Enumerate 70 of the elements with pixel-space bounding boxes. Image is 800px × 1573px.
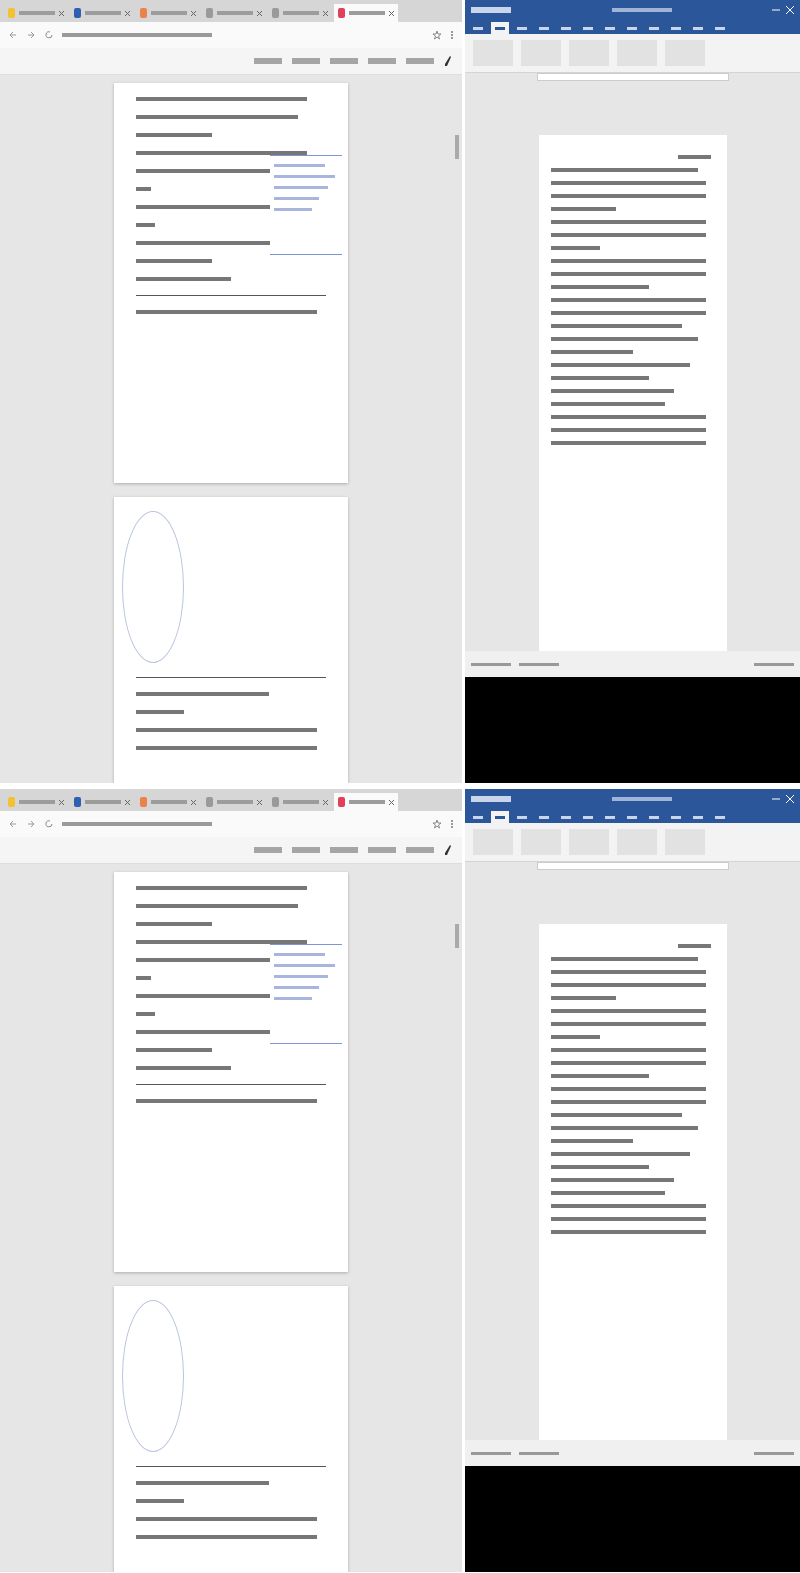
illegible-window-title xyxy=(611,797,672,801)
close-icon[interactable] xyxy=(389,10,394,16)
back-icon[interactable] xyxy=(8,819,18,829)
illegible-toolbar-label xyxy=(254,847,282,853)
illegible-tab-title xyxy=(151,800,187,804)
close-icon[interactable] xyxy=(323,10,328,16)
ribbon-tab[interactable] xyxy=(491,811,509,823)
close-icon[interactable] xyxy=(257,10,262,16)
illegible-toolbar-label xyxy=(406,58,434,64)
illegible-tab-title xyxy=(151,11,187,15)
close-icon[interactable] xyxy=(191,10,196,16)
illegible-tab-title xyxy=(349,11,385,15)
pen-icon[interactable] xyxy=(444,844,452,856)
scrollbar-thumb[interactable] xyxy=(455,135,459,159)
menu-icon[interactable] xyxy=(450,819,454,829)
illegible-text-line xyxy=(274,986,319,989)
star-icon[interactable] xyxy=(432,819,442,829)
illegible-text-line xyxy=(274,175,335,178)
close-icon[interactable] xyxy=(191,799,196,805)
star-icon[interactable] xyxy=(432,30,442,40)
close-icon[interactable] xyxy=(59,799,64,805)
pen-icon[interactable] xyxy=(444,55,452,67)
illegible-text-line xyxy=(274,953,326,956)
illegible-status-text xyxy=(754,1451,794,1455)
illegible-tab-title xyxy=(349,800,385,804)
illegible-tab-title xyxy=(19,800,55,804)
illegible-toolbar-label xyxy=(292,847,320,853)
illegible-status-text xyxy=(519,662,559,666)
minimize-icon[interactable] xyxy=(772,6,780,14)
minimize-icon[interactable] xyxy=(772,795,780,803)
illegible-tab-title xyxy=(217,800,253,804)
illegible-tab-title xyxy=(217,11,253,15)
illegible-text-line xyxy=(274,964,335,967)
illegible-toolbar-label xyxy=(330,58,358,64)
illegible-toolbar-label xyxy=(368,847,396,853)
ribbon-tab[interactable] xyxy=(491,22,509,34)
illegible-status-text xyxy=(519,1451,559,1455)
illegible-tab-title xyxy=(283,11,319,15)
back-icon[interactable] xyxy=(8,30,18,40)
illegible-text-line xyxy=(274,975,329,978)
illegible-text-line xyxy=(274,197,319,200)
close-icon[interactable] xyxy=(59,10,64,16)
illegible-toolbar-label xyxy=(254,58,282,64)
close-icon[interactable] xyxy=(125,799,130,805)
browser-tab[interactable] xyxy=(334,4,398,22)
illegible-window-title xyxy=(611,8,672,12)
illegible-status-text xyxy=(754,662,794,666)
close-icon[interactable] xyxy=(257,799,262,805)
illegible-text-line xyxy=(274,186,329,189)
illegible-tab-title xyxy=(283,800,319,804)
reload-icon[interactable] xyxy=(44,30,54,40)
illegible-status-text xyxy=(471,1451,511,1455)
illegible-toolbar-label xyxy=(292,58,320,64)
illegible-tab-title xyxy=(85,11,121,15)
forward-icon[interactable] xyxy=(26,819,36,829)
forward-icon[interactable] xyxy=(26,30,36,40)
browser-tab[interactable] xyxy=(334,793,398,811)
illegible-toolbar-label xyxy=(330,847,358,853)
illegible-status-text xyxy=(471,662,511,666)
illegible-tab-title xyxy=(85,800,121,804)
illegible-text-line xyxy=(274,164,326,167)
illegible-tab-title xyxy=(19,11,55,15)
illegible-toolbar-label xyxy=(406,847,434,853)
reload-icon[interactable] xyxy=(44,819,54,829)
illegible-toolbar-label xyxy=(368,58,396,64)
close-icon[interactable] xyxy=(125,10,130,16)
scrollbar-thumb[interactable] xyxy=(455,924,459,948)
close-icon[interactable] xyxy=(389,799,394,805)
menu-icon[interactable] xyxy=(450,30,454,40)
close-icon[interactable] xyxy=(323,799,328,805)
